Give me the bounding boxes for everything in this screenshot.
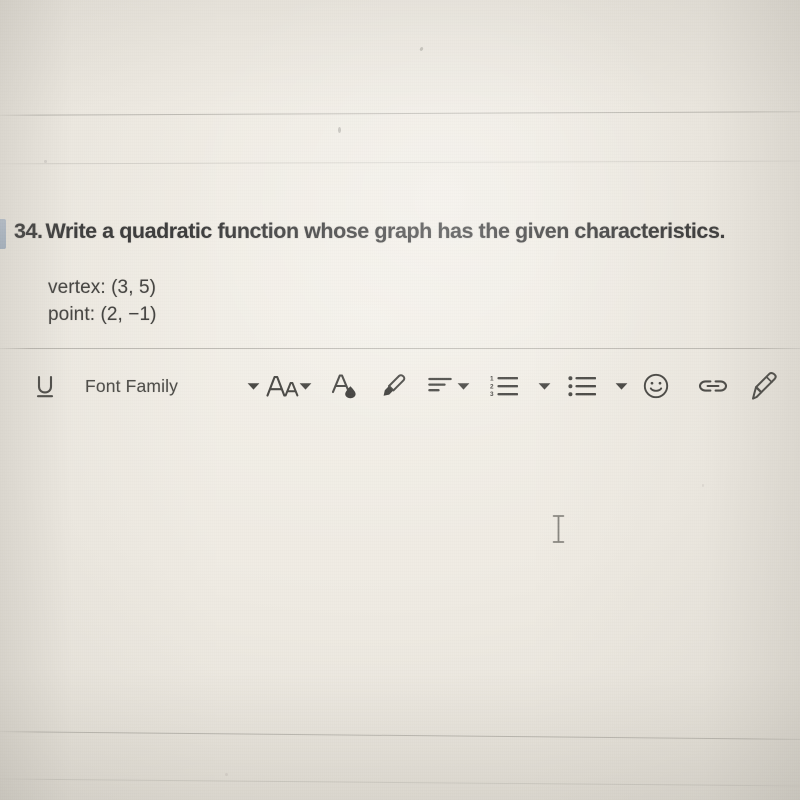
dust-speck	[702, 484, 704, 487]
bulleted-list-icon[interactable]	[568, 358, 596, 414]
ruled-line	[0, 731, 800, 740]
dust-speck	[225, 773, 228, 776]
font-size-caret-icon[interactable]	[299, 358, 312, 414]
numbered-list-icon[interactable]: 1 2 3	[490, 358, 518, 414]
photographed-screen: 34. Write a quadratic function whose grap…	[0, 0, 800, 800]
svg-text:2: 2	[490, 383, 494, 390]
align-caret-icon[interactable]	[457, 358, 470, 414]
emoji-icon[interactable]	[643, 358, 669, 414]
dust-speck	[419, 46, 424, 52]
font-size-icon[interactable]	[266, 358, 299, 414]
ruled-line	[0, 160, 800, 165]
font-family-caret-icon[interactable]	[247, 358, 260, 414]
link-icon[interactable]	[698, 358, 728, 414]
problem-number: 34.	[14, 219, 43, 243]
svg-text:3: 3	[490, 391, 494, 398]
editor-toolbar: Font Family 1 2 3	[0, 358, 800, 414]
given-vertex: vertex: (3, 5)	[48, 277, 157, 298]
bulleted-list-caret-icon[interactable]	[615, 358, 628, 414]
ruled-line	[0, 111, 800, 116]
dust-speck	[44, 160, 47, 163]
align-left-icon[interactable]	[428, 358, 452, 414]
highlighter-icon[interactable]	[382, 358, 408, 414]
ruled-line	[0, 778, 800, 787]
problem-text: Write a quadratic function whose graph h…	[45, 219, 726, 243]
problem-statement: 34. Write a quadratic function whose grap…	[14, 219, 800, 244]
dust-speck	[338, 127, 341, 133]
text-color-icon[interactable]	[331, 358, 359, 414]
font-family-label: Font Family	[85, 375, 179, 396]
numbered-list-caret-icon[interactable]	[538, 358, 551, 414]
given-point: point: (2, −1)	[48, 304, 157, 325]
pencil-icon[interactable]	[752, 358, 780, 414]
toolbar-divider	[0, 348, 800, 349]
svg-text:1: 1	[490, 375, 494, 382]
given-characteristics: vertex: (3, 5) point: (2, −1)	[48, 274, 157, 328]
left-margin-tab[interactable]	[0, 219, 6, 249]
font-family-dropdown[interactable]: Font Family	[85, 358, 178, 414]
text-cursor-ibeam	[552, 514, 565, 544]
underline-icon[interactable]	[34, 358, 56, 414]
